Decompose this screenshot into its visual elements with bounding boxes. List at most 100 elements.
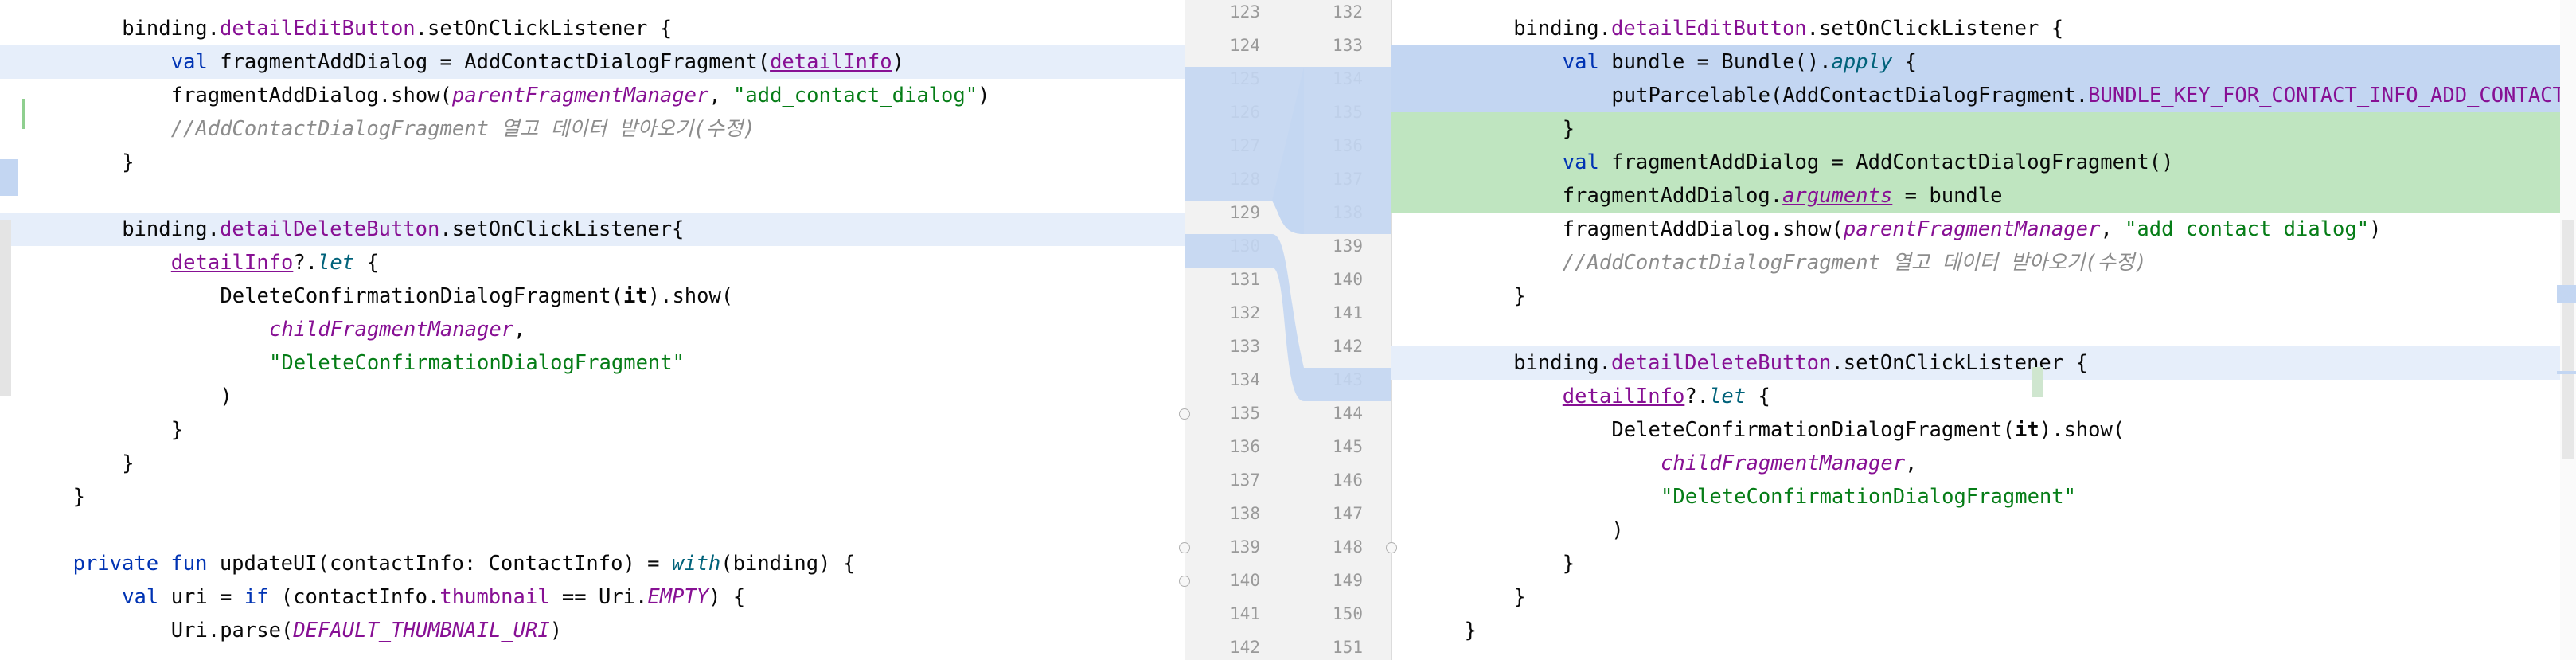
- line-number[interactable]: 137: [1185, 463, 1305, 497]
- code-line[interactable]: DeleteConfirmationDialogFragment(it).sho…: [0, 279, 1185, 313]
- code-line[interactable]: Uri.parse(DEFAULT_THUMBNAIL_URI): [0, 614, 1185, 647]
- line-number[interactable]: 134: [1185, 363, 1305, 396]
- line-number[interactable]: 145: [1304, 430, 1391, 463]
- line-number[interactable]: 128: [1185, 162, 1305, 196]
- code-line[interactable]: ): [1391, 514, 2576, 547]
- line-number[interactable]: 142: [1185, 631, 1305, 664]
- right-editor-pane[interactable]: binding.detailEditButton.setOnClickListe…: [1391, 0, 2576, 660]
- line-number[interactable]: 125: [1185, 62, 1305, 96]
- line-number[interactable]: 132: [1185, 296, 1305, 330]
- code-line[interactable]: }: [1391, 614, 2576, 647]
- code-line[interactable]: fragmentAddDialog.show(parentFragmentMan…: [0, 79, 1185, 112]
- code-line[interactable]: val bundle = Bundle().apply {: [1391, 45, 2576, 79]
- line-number[interactable]: 134: [1304, 62, 1391, 96]
- code-line[interactable]: fragmentAddDialog.show(parentFragmentMan…: [1391, 213, 2576, 246]
- code-token: .setOnClickListener {: [1831, 351, 2088, 375]
- line-number[interactable]: 133: [1185, 330, 1305, 363]
- line-number[interactable]: 135: [1304, 96, 1391, 129]
- line-number[interactable]: 149: [1304, 564, 1391, 597]
- code-line[interactable]: //AddContactDialogFragment 열고 데이터 받아오기(수…: [1391, 246, 2576, 279]
- code-token: }: [1464, 619, 1477, 643]
- fold-marker-right-148[interactable]: [1386, 542, 1397, 553]
- code-line[interactable]: val uri = if (contactInfo.thumbnail == U…: [0, 580, 1185, 614]
- code-line[interactable]: childFragmentManager,: [1391, 447, 2576, 480]
- code-line[interactable]: }: [1391, 547, 2576, 580]
- left-editor-pane[interactable]: binding.detailEditButton.setOnClickListe…: [0, 0, 1185, 660]
- code-line[interactable]: [0, 179, 1185, 213]
- line-number[interactable]: 141: [1185, 597, 1305, 631]
- line-number[interactable]: 139: [1185, 530, 1305, 564]
- line-number[interactable]: 136: [1304, 129, 1391, 162]
- line-number[interactable]: 140: [1185, 564, 1305, 597]
- line-number[interactable]: 132: [1304, 0, 1391, 29]
- code-line[interactable]: }: [0, 413, 1185, 447]
- code-line[interactable]: }: [1391, 279, 2576, 313]
- fold-marker-left-139[interactable]: [1179, 542, 1190, 553]
- fold-marker-left-135[interactable]: [1179, 408, 1190, 420]
- code-line[interactable]: detailInfo?.let {: [0, 246, 1185, 279]
- code-line[interactable]: private fun updateUI(contactInfo: Contac…: [0, 547, 1185, 580]
- line-number[interactable]: 136: [1185, 430, 1305, 463]
- code-text: }: [171, 413, 183, 447]
- code-line[interactable]: val fragmentAddDialog = AddContactDialog…: [0, 45, 1185, 79]
- line-number[interactable]: 138: [1185, 497, 1305, 530]
- code-text: "DeleteConfirmationDialogFragment": [269, 346, 685, 380]
- line-number[interactable]: 127: [1185, 129, 1305, 162]
- code-token: }: [1562, 552, 1575, 576]
- line-number[interactable]: 144: [1304, 396, 1391, 430]
- line-number[interactable]: 131: [1185, 263, 1305, 296]
- code-line[interactable]: binding.detailEditButton.setOnClickListe…: [1391, 12, 2576, 45]
- code-line[interactable]: binding.detailDeleteButton.setOnClickLis…: [0, 213, 1185, 246]
- code-line[interactable]: "DeleteConfirmationDialogFragment": [1391, 480, 2576, 514]
- code-token: }: [170, 418, 184, 442]
- line-number[interactable]: 151: [1304, 631, 1391, 664]
- code-line[interactable]: DeleteConfirmationDialogFragment(it).sho…: [1391, 413, 2576, 447]
- line-number[interactable]: 146: [1304, 463, 1391, 497]
- code-token: binding.: [1513, 17, 1612, 41]
- line-number[interactable]: 129: [1185, 196, 1305, 229]
- line-number[interactable]: 142: [1304, 330, 1391, 363]
- code-line[interactable]: }: [0, 447, 1185, 480]
- line-number[interactable]: 126: [1185, 96, 1305, 129]
- line-number[interactable]: 148: [1304, 530, 1391, 564]
- line-number[interactable]: 140: [1304, 263, 1391, 296]
- line-number[interactable]: 133: [1304, 29, 1391, 62]
- line-number[interactable]: 143: [1304, 363, 1391, 396]
- line-number[interactable]: 135: [1185, 396, 1305, 430]
- code-line[interactable]: binding.detailEditButton.setOnClickListe…: [0, 12, 1185, 45]
- line-number[interactable]: 147: [1304, 497, 1391, 530]
- code-line[interactable]: ): [0, 380, 1185, 413]
- code-line[interactable]: //AddContactDialogFragment 열고 데이터 받아오기(수…: [0, 112, 1185, 146]
- code-token: .setOnClickListener{: [439, 217, 685, 241]
- line-number[interactable]: 139: [1304, 229, 1391, 263]
- code-line[interactable]: }: [1391, 112, 2576, 146]
- code-text: detailInfo?.let {: [1563, 380, 1770, 413]
- line-number[interactable]: 124: [1185, 29, 1305, 62]
- right-scrollbar-thumb[interactable]: [2562, 220, 2574, 459]
- line-number[interactable]: 130: [1185, 229, 1305, 263]
- line-number[interactable]: 141: [1304, 296, 1391, 330]
- code-text: //AddContactDialogFragment 열고 데이터 받아오기(수…: [1563, 246, 2147, 279]
- code-line[interactable]: [1391, 313, 2576, 346]
- line-number[interactable]: 123: [1185, 0, 1305, 29]
- fold-marker-left-140[interactable]: [1179, 576, 1190, 587]
- code-line[interactable]: }: [1391, 580, 2576, 614]
- code-line[interactable]: "DeleteConfirmationDialogFragment": [0, 346, 1185, 380]
- line-number[interactable]: 137: [1304, 162, 1391, 196]
- code-line[interactable]: }: [0, 146, 1185, 179]
- code-text: fragmentAddDialog.show(parentFragmentMan…: [171, 79, 990, 112]
- line-number[interactable]: 138: [1304, 196, 1391, 229]
- code-line[interactable]: childFragmentManager,: [0, 313, 1185, 346]
- code-text: detailInfo?.let {: [171, 246, 379, 279]
- code-line[interactable]: val fragmentAddDialog = AddContactDialog…: [1391, 146, 2576, 179]
- code-line[interactable]: putParcelable(AddContactDialogFragment.B…: [1391, 79, 2576, 112]
- code-line[interactable]: fragmentAddDialog.arguments = bundle: [1391, 179, 2576, 213]
- code-line[interactable]: [0, 514, 1185, 547]
- left-edge-scroll-thumb[interactable]: [0, 220, 11, 396]
- code-token: = bundle: [1892, 184, 2003, 208]
- code-line[interactable]: detailInfo?.let {: [1391, 380, 2576, 413]
- line-number[interactable]: 150: [1304, 597, 1391, 631]
- code-token: putParcelable(AddContactDialogFragment.: [1611, 84, 2089, 107]
- code-line[interactable]: binding.detailDeleteButton.setOnClickLis…: [1391, 346, 2576, 380]
- code-line[interactable]: }: [0, 480, 1185, 514]
